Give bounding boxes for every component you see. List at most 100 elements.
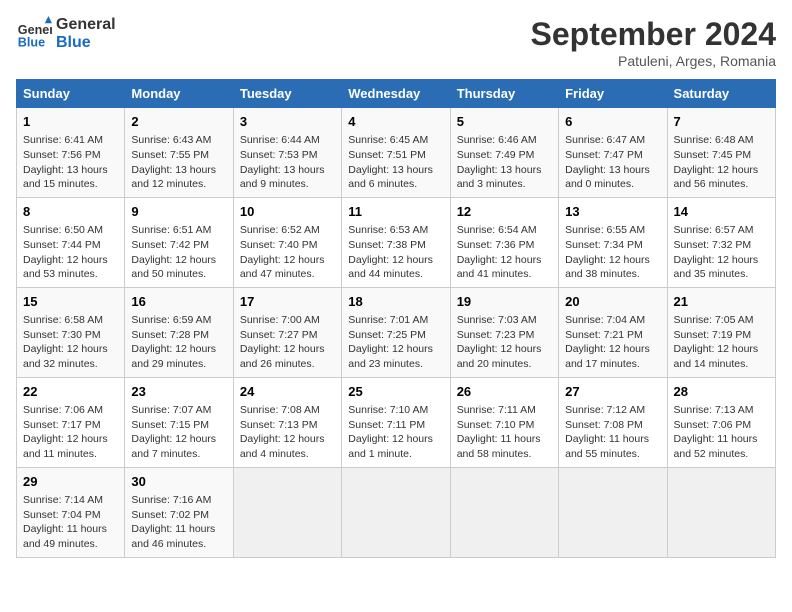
day-info: Sunrise: 7:11 AM Sunset: 7:10 PM Dayligh… [457,403,552,462]
calendar-week-2: 8 Sunrise: 6:50 AM Sunset: 7:44 PM Dayli… [17,197,776,287]
calendar-cell: 4 Sunrise: 6:45 AM Sunset: 7:51 PM Dayli… [342,108,450,198]
day-info: Sunrise: 6:55 AM Sunset: 7:34 PM Dayligh… [565,223,660,282]
day-number: 20 [565,293,660,311]
calendar-cell: 7 Sunrise: 6:48 AM Sunset: 7:45 PM Dayli… [667,108,775,198]
day-info: Sunrise: 7:00 AM Sunset: 7:27 PM Dayligh… [240,313,335,372]
day-info: Sunrise: 6:44 AM Sunset: 7:53 PM Dayligh… [240,133,335,192]
day-number: 22 [23,383,118,401]
day-info: Sunrise: 7:13 AM Sunset: 7:06 PM Dayligh… [674,403,769,462]
calendar-cell [559,467,667,557]
day-info: Sunrise: 6:48 AM Sunset: 7:45 PM Dayligh… [674,133,769,192]
calendar-cell: 15 Sunrise: 6:58 AM Sunset: 7:30 PM Dayl… [17,287,125,377]
day-number: 16 [131,293,226,311]
logo: General Blue General Blue [16,16,116,52]
calendar-cell: 13 Sunrise: 6:55 AM Sunset: 7:34 PM Dayl… [559,197,667,287]
calendar-cell: 19 Sunrise: 7:03 AM Sunset: 7:23 PM Dayl… [450,287,558,377]
logo-general: General [56,16,116,34]
day-number: 26 [457,383,552,401]
calendar-cell: 12 Sunrise: 6:54 AM Sunset: 7:36 PM Dayl… [450,197,558,287]
day-info: Sunrise: 7:03 AM Sunset: 7:23 PM Dayligh… [457,313,552,372]
calendar-cell: 24 Sunrise: 7:08 AM Sunset: 7:13 PM Dayl… [233,377,341,467]
day-number: 30 [131,473,226,491]
day-info: Sunrise: 7:14 AM Sunset: 7:04 PM Dayligh… [23,493,118,552]
calendar-cell: 1 Sunrise: 6:41 AM Sunset: 7:56 PM Dayli… [17,108,125,198]
day-number: 27 [565,383,660,401]
header-monday: Monday [125,80,233,108]
day-number: 4 [348,113,443,131]
day-number: 8 [23,203,118,221]
day-info: Sunrise: 6:41 AM Sunset: 7:56 PM Dayligh… [23,133,118,192]
day-info: Sunrise: 7:05 AM Sunset: 7:19 PM Dayligh… [674,313,769,372]
header-thursday: Thursday [450,80,558,108]
day-info: Sunrise: 6:50 AM Sunset: 7:44 PM Dayligh… [23,223,118,282]
calendar-cell: 30 Sunrise: 7:16 AM Sunset: 7:02 PM Dayl… [125,467,233,557]
calendar-cell: 21 Sunrise: 7:05 AM Sunset: 7:19 PM Dayl… [667,287,775,377]
day-number: 18 [348,293,443,311]
day-info: Sunrise: 6:57 AM Sunset: 7:32 PM Dayligh… [674,223,769,282]
day-number: 9 [131,203,226,221]
day-info: Sunrise: 6:54 AM Sunset: 7:36 PM Dayligh… [457,223,552,282]
day-info: Sunrise: 6:58 AM Sunset: 7:30 PM Dayligh… [23,313,118,372]
calendar-cell [667,467,775,557]
day-number: 29 [23,473,118,491]
day-number: 28 [674,383,769,401]
calendar-cell: 28 Sunrise: 7:13 AM Sunset: 7:06 PM Dayl… [667,377,775,467]
day-info: Sunrise: 7:16 AM Sunset: 7:02 PM Dayligh… [131,493,226,552]
day-number: 19 [457,293,552,311]
day-number: 6 [565,113,660,131]
title-block: September 2024 Patuleni, Arges, Romania [531,16,776,69]
calendar-cell: 25 Sunrise: 7:10 AM Sunset: 7:11 PM Dayl… [342,377,450,467]
day-number: 15 [23,293,118,311]
day-number: 17 [240,293,335,311]
day-number: 24 [240,383,335,401]
calendar-header-row: SundayMondayTuesdayWednesdayThursdayFrid… [17,80,776,108]
calendar-cell: 17 Sunrise: 7:00 AM Sunset: 7:27 PM Dayl… [233,287,341,377]
calendar-cell: 26 Sunrise: 7:11 AM Sunset: 7:10 PM Dayl… [450,377,558,467]
calendar-cell: 11 Sunrise: 6:53 AM Sunset: 7:38 PM Dayl… [342,197,450,287]
day-number: 13 [565,203,660,221]
logo-icon: General Blue [16,16,52,52]
calendar-cell: 23 Sunrise: 7:07 AM Sunset: 7:15 PM Dayl… [125,377,233,467]
header-tuesday: Tuesday [233,80,341,108]
calendar-cell [450,467,558,557]
day-info: Sunrise: 7:01 AM Sunset: 7:25 PM Dayligh… [348,313,443,372]
calendar-cell: 3 Sunrise: 6:44 AM Sunset: 7:53 PM Dayli… [233,108,341,198]
calendar-week-5: 29 Sunrise: 7:14 AM Sunset: 7:04 PM Dayl… [17,467,776,557]
calendar-cell: 2 Sunrise: 6:43 AM Sunset: 7:55 PM Dayli… [125,108,233,198]
calendar-cell: 6 Sunrise: 6:47 AM Sunset: 7:47 PM Dayli… [559,108,667,198]
day-number: 1 [23,113,118,131]
page-header: General Blue General Blue September 2024… [16,16,776,69]
day-number: 10 [240,203,335,221]
day-info: Sunrise: 7:10 AM Sunset: 7:11 PM Dayligh… [348,403,443,462]
calendar-cell: 20 Sunrise: 7:04 AM Sunset: 7:21 PM Dayl… [559,287,667,377]
day-info: Sunrise: 7:12 AM Sunset: 7:08 PM Dayligh… [565,403,660,462]
day-info: Sunrise: 6:53 AM Sunset: 7:38 PM Dayligh… [348,223,443,282]
day-number: 11 [348,203,443,221]
calendar-cell: 14 Sunrise: 6:57 AM Sunset: 7:32 PM Dayl… [667,197,775,287]
day-info: Sunrise: 7:08 AM Sunset: 7:13 PM Dayligh… [240,403,335,462]
day-number: 2 [131,113,226,131]
header-saturday: Saturday [667,80,775,108]
calendar-cell: 16 Sunrise: 6:59 AM Sunset: 7:28 PM Dayl… [125,287,233,377]
day-number: 7 [674,113,769,131]
calendar-week-4: 22 Sunrise: 7:06 AM Sunset: 7:17 PM Dayl… [17,377,776,467]
day-info: Sunrise: 6:59 AM Sunset: 7:28 PM Dayligh… [131,313,226,372]
calendar-cell: 18 Sunrise: 7:01 AM Sunset: 7:25 PM Dayl… [342,287,450,377]
calendar-cell: 22 Sunrise: 7:06 AM Sunset: 7:17 PM Dayl… [17,377,125,467]
location: Patuleni, Arges, Romania [531,53,776,69]
day-number: 3 [240,113,335,131]
day-info: Sunrise: 6:52 AM Sunset: 7:40 PM Dayligh… [240,223,335,282]
day-number: 14 [674,203,769,221]
calendar-cell: 8 Sunrise: 6:50 AM Sunset: 7:44 PM Dayli… [17,197,125,287]
calendar-week-3: 15 Sunrise: 6:58 AM Sunset: 7:30 PM Dayl… [17,287,776,377]
logo-blue: Blue [56,34,116,52]
day-info: Sunrise: 6:51 AM Sunset: 7:42 PM Dayligh… [131,223,226,282]
calendar-cell: 10 Sunrise: 6:52 AM Sunset: 7:40 PM Dayl… [233,197,341,287]
calendar-cell: 9 Sunrise: 6:51 AM Sunset: 7:42 PM Dayli… [125,197,233,287]
header-friday: Friday [559,80,667,108]
day-info: Sunrise: 6:47 AM Sunset: 7:47 PM Dayligh… [565,133,660,192]
day-info: Sunrise: 7:04 AM Sunset: 7:21 PM Dayligh… [565,313,660,372]
calendar-cell [233,467,341,557]
header-sunday: Sunday [17,80,125,108]
calendar-cell: 5 Sunrise: 6:46 AM Sunset: 7:49 PM Dayli… [450,108,558,198]
